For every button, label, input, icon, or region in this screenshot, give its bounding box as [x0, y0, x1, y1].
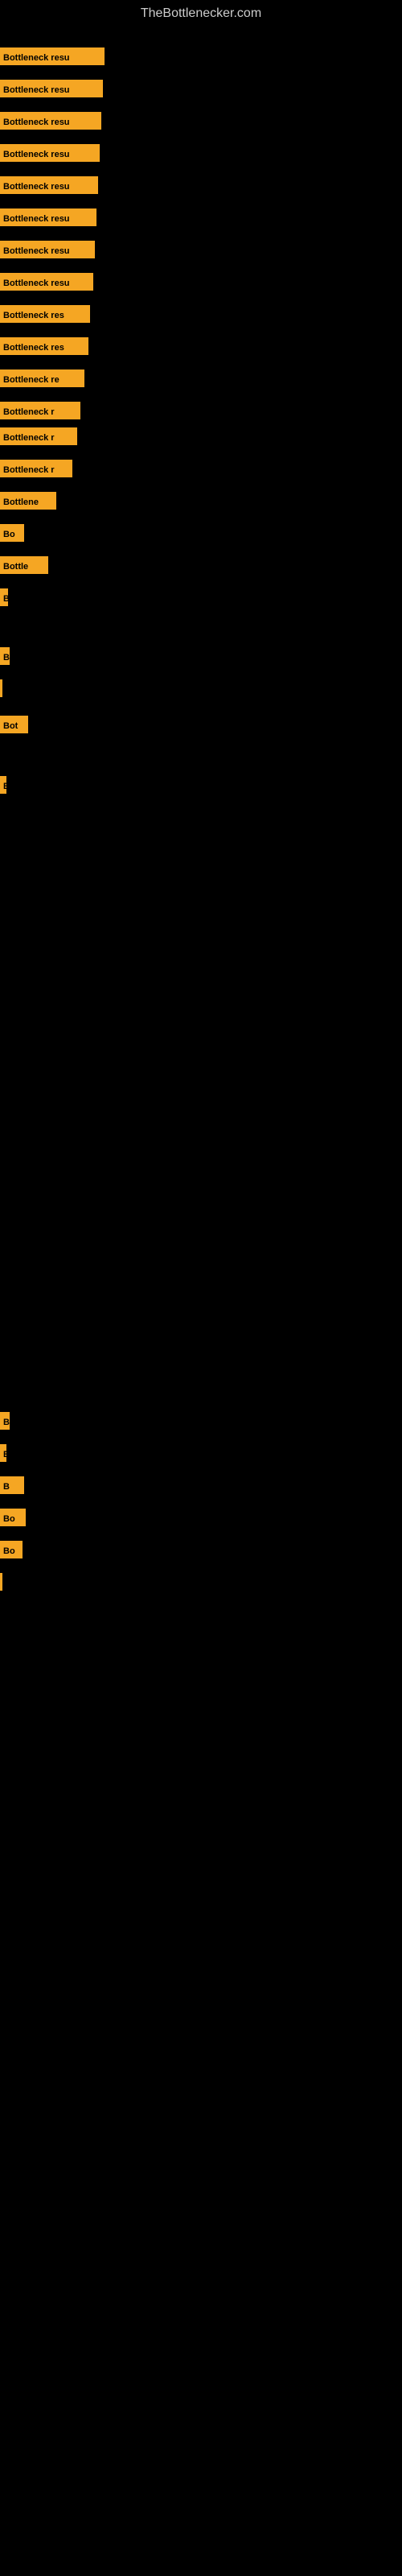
bar-item: Bot	[0, 716, 36, 733]
bar-label: B	[0, 647, 10, 665]
bar-label: Bottlene	[0, 492, 56, 510]
bar-label: Bottleneck r	[0, 460, 72, 477]
bar-label: Bo	[0, 1541, 23, 1558]
bar-item: Bo	[0, 1541, 31, 1558]
bar-item: B	[0, 1476, 32, 1494]
bar-item: Bottleneck r	[0, 427, 85, 445]
bar-label: Bottleneck res	[0, 337, 88, 355]
bar-item: B	[0, 1412, 18, 1430]
bar-item: Bo	[0, 1509, 34, 1526]
bar-item: Bottleneck re	[0, 369, 92, 387]
bar-item: Bottleneck res	[0, 305, 98, 323]
site-title: TheBottlenecker.com	[0, 0, 402, 27]
bar-label: Bo	[0, 1509, 26, 1526]
bar-label: B	[0, 588, 8, 606]
bar-label: Bottleneck re	[0, 369, 84, 387]
bar-item: Bottleneck resu	[0, 208, 105, 226]
bar-label: Bo	[0, 524, 24, 542]
bar-item: Bottleneck resu	[0, 176, 106, 194]
bar-label: Bottleneck res	[0, 305, 90, 323]
bar-label: B	[0, 1476, 24, 1494]
bar-item: Bottleneck resu	[0, 47, 113, 65]
bar-item: B	[0, 776, 14, 794]
bar-item	[0, 679, 10, 697]
bar-label: Bottleneck resu	[0, 241, 95, 258]
bar-label: Bottleneck resu	[0, 144, 100, 162]
bar-label: Bottleneck r	[0, 427, 77, 445]
bar-item: Bottleneck resu	[0, 273, 101, 291]
bar-label: B	[0, 776, 6, 794]
bar-label: B	[0, 1444, 6, 1462]
bar-label: Bottleneck resu	[0, 176, 98, 194]
bar-item: Bo	[0, 524, 32, 542]
bar-label: Bottle	[0, 556, 48, 574]
bar-item: Bottle	[0, 556, 56, 574]
bar-item: Bottleneck resu	[0, 144, 108, 162]
bar-item: Bottleneck resu	[0, 80, 111, 97]
bar-item: Bottleneck res	[0, 337, 96, 355]
bar-label: Bottleneck resu	[0, 273, 93, 291]
bar-item: B	[0, 588, 16, 606]
bar-item: Bottleneck resu	[0, 241, 103, 258]
bar-item: B	[0, 1444, 13, 1462]
bar-item	[0, 1573, 10, 1591]
bar-label: Bottleneck r	[0, 402, 80, 419]
bar-item: B	[0, 647, 18, 665]
bar-item: Bottleneck r	[0, 460, 80, 477]
bar-label: Bottleneck resu	[0, 208, 96, 226]
bar-label: B	[0, 1412, 10, 1430]
bar-label: Bottleneck resu	[0, 47, 105, 65]
bar-label: Bottleneck resu	[0, 112, 101, 130]
bar-item: Bottleneck resu	[0, 112, 109, 130]
bar-label: Bot	[0, 716, 28, 733]
bar-item: Bottleneck r	[0, 402, 88, 419]
bar-item: Bottlene	[0, 492, 64, 510]
bar-label: Bottleneck resu	[0, 80, 103, 97]
